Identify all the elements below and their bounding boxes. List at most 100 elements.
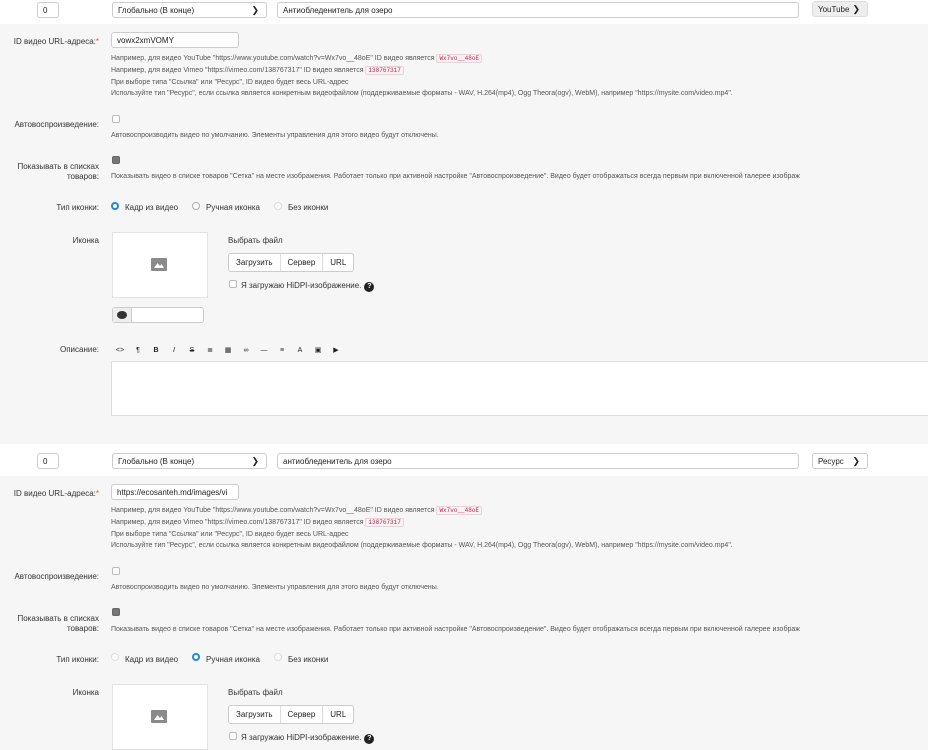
video-type-value: Ресурс: [818, 457, 844, 466]
italic-button[interactable]: I: [165, 347, 183, 354]
sort-order-input[interactable]: 0: [37, 2, 59, 18]
upload-button-group: Загрузить Сервер URL: [228, 705, 355, 724]
unordered-list-button[interactable]: ≣: [201, 346, 219, 354]
help-youtube-text: Например, для видео YouTube "https://www…: [111, 507, 435, 514]
required-marker: *: [95, 37, 99, 46]
question-circle-icon[interactable]: ?: [364, 282, 375, 292]
video-title-input[interactable]: антиобледенитель для озеро: [277, 453, 799, 469]
strikethrough-button[interactable]: S: [183, 347, 201, 354]
question-circle-icon[interactable]: ?: [364, 734, 375, 744]
icon-color-input[interactable]: [112, 307, 204, 323]
link-button[interactable]: ∞: [237, 347, 255, 354]
show-in-lists-label: Показывать в списках товаров:: [17, 162, 99, 182]
scope-select[interactable]: Глобально (В конце) ❯: [112, 453, 267, 469]
chevron-down-icon: ❯: [251, 456, 259, 466]
upload-button-group: Загрузить Сервер URL: [228, 253, 355, 272]
horizontal-rule-button[interactable]: —: [255, 347, 273, 354]
scope-select[interactable]: Глобально (В конце) ❯: [112, 2, 267, 18]
image-button[interactable]: ▣: [309, 346, 327, 354]
ordered-list-button[interactable]: ▦: [219, 346, 237, 354]
icon-type-option-manual: Ручная иконка: [206, 655, 260, 664]
help-vimeo: Например, для видео Vimeo "https://vimeo…: [111, 65, 404, 76]
icon-type-radio-manual[interactable]: [192, 202, 200, 210]
autoplay-help: Автовоспроизводить видео по умолчанию. Э…: [111, 584, 439, 591]
font-color-button[interactable]: A: [291, 347, 309, 354]
help-vimeo: Например, для видео Vimeo "https://vimeo…: [111, 517, 404, 528]
help-resource-type: Используйте тип "Ресурс", если ссылка яв…: [111, 542, 733, 549]
help-vimeo-code: 138767317: [365, 66, 404, 75]
autoplay-checkbox[interactable]: [112, 115, 120, 123]
hidpi-checkbox[interactable]: [229, 280, 237, 288]
video-button[interactable]: ▶: [327, 346, 345, 354]
code-view-button[interactable]: <>: [111, 347, 129, 354]
server-button[interactable]: Сервер: [281, 254, 324, 271]
icon-preview: [112, 684, 208, 750]
autoplay-label: Автовоспроизведение:: [14, 120, 99, 129]
hidpi-label: Я загружаю HiDPI-изображение.?: [241, 281, 375, 292]
editor-toolbar: <> ¶ B I S ≣ ▦ ∞ — ≡ A ▣ ▶: [111, 342, 345, 358]
show-in-lists-checkbox[interactable]: [112, 608, 120, 616]
description-editor[interactable]: [111, 361, 928, 416]
paragraph-button[interactable]: ¶: [129, 347, 147, 354]
video-url-label: ID видео URL-адреса:*: [14, 489, 99, 499]
help-youtube-text: Например, для видео YouTube "https://www…: [111, 55, 435, 62]
icon-type-radio-none[interactable]: [274, 653, 282, 661]
icon-type-option-frame: Кадр из видео: [125, 655, 179, 664]
icon-type-radio-frame[interactable]: [111, 202, 119, 210]
image-icon: [151, 710, 167, 723]
show-in-lists-label-line2: товаров:: [66, 172, 99, 181]
scope-select-value: Глобально (В конце): [118, 457, 195, 466]
video-type-select[interactable]: YouTube ❯: [812, 1, 868, 17]
help-youtube-code: Wx7vo__48oE: [436, 506, 483, 515]
video-url-label-text: ID видео URL-адреса:: [13, 489, 96, 498]
show-in-lists-label-line1: Показывать в списках: [17, 614, 99, 623]
url-button[interactable]: URL: [323, 254, 353, 271]
chevron-down-icon: ❯: [852, 4, 860, 14]
help-youtube-code: Wx7vo__48oE: [436, 54, 483, 63]
icon-type-label: Тип иконки:: [56, 203, 99, 212]
description-label: Описание:: [59, 345, 99, 354]
icon-type-option-manual: Ручная иконка: [206, 203, 260, 212]
icon-type-option-none: Без иконки: [288, 203, 329, 212]
autoplay-checkbox[interactable]: [112, 567, 120, 575]
upload-button[interactable]: Загрузить: [229, 706, 281, 723]
row-1-details: ID видео URL-адреса:* vowx2xmVOMY Наприм…: [0, 24, 928, 444]
align-button[interactable]: ≡: [273, 347, 291, 354]
icon-type-radio-none[interactable]: [274, 202, 282, 210]
help-vimeo-text: Например, для видео Vimeo "https://vimeo…: [111, 519, 364, 526]
video-url-input[interactable]: vowx2xmVOMY: [111, 32, 239, 48]
show-in-lists-label: Показывать в списках товаров:: [17, 614, 99, 634]
autoplay-help: Автовоспроизводить видео по умолчанию. Э…: [111, 132, 439, 139]
sort-order-input[interactable]: 0: [37, 453, 59, 469]
help-link-type: При выборе типа "Ссылка" или "Ресурс", I…: [111, 531, 349, 538]
choose-file-label: Выбрать файл: [228, 688, 283, 697]
url-button[interactable]: URL: [323, 706, 353, 723]
help-vimeo-text: Например, для видео Vimeo "https://vimeo…: [111, 67, 364, 74]
upload-button[interactable]: Загрузить: [229, 254, 281, 271]
video-title-input[interactable]: Антиобледенитель для озеро: [277, 2, 799, 18]
show-in-lists-label-line2: товаров:: [66, 624, 99, 633]
icon-label: Иконка: [72, 236, 99, 245]
icon-type-radio-manual[interactable]: [192, 653, 200, 661]
hidpi-label: Я загружаю HiDPI-изображение.?: [241, 733, 375, 744]
hidpi-label-text: Я загружаю HiDPI-изображение.: [241, 281, 362, 290]
show-in-lists-checkbox[interactable]: [112, 156, 120, 164]
server-button[interactable]: Сервер: [281, 706, 324, 723]
icon-label: Иконка: [72, 688, 99, 697]
video-type-select[interactable]: Ресурс ❯: [812, 453, 868, 469]
row-1-header: 0 Глобально (В конце) ❯ Антиобледенитель …: [0, 0, 928, 25]
icon-type-option-none: Без иконки: [288, 655, 329, 664]
icon-preview: [112, 232, 208, 298]
hidpi-checkbox[interactable]: [229, 732, 237, 740]
scope-select-value: Глобально (В конце): [118, 6, 195, 15]
icon-type-radio-frame[interactable]: [111, 653, 119, 661]
color-picker-icon[interactable]: [113, 308, 132, 322]
row-2-details: ID видео URL-адреса:* https://ecosanteh.…: [0, 476, 928, 750]
bold-button[interactable]: B: [147, 347, 165, 354]
show-in-lists-help: Показывать видео в списке товаров "Сетка…: [111, 626, 800, 633]
help-youtube: Например, для видео YouTube "https://www…: [111, 505, 483, 516]
row-2-header: 0 Глобально (В конце) ❯ антиобледенитель …: [0, 450, 928, 472]
video-url-input[interactable]: https://ecosanteh.md/images/vi: [111, 484, 239, 500]
help-vimeo-code: 138767317: [365, 518, 404, 527]
required-marker: *: [95, 489, 99, 498]
